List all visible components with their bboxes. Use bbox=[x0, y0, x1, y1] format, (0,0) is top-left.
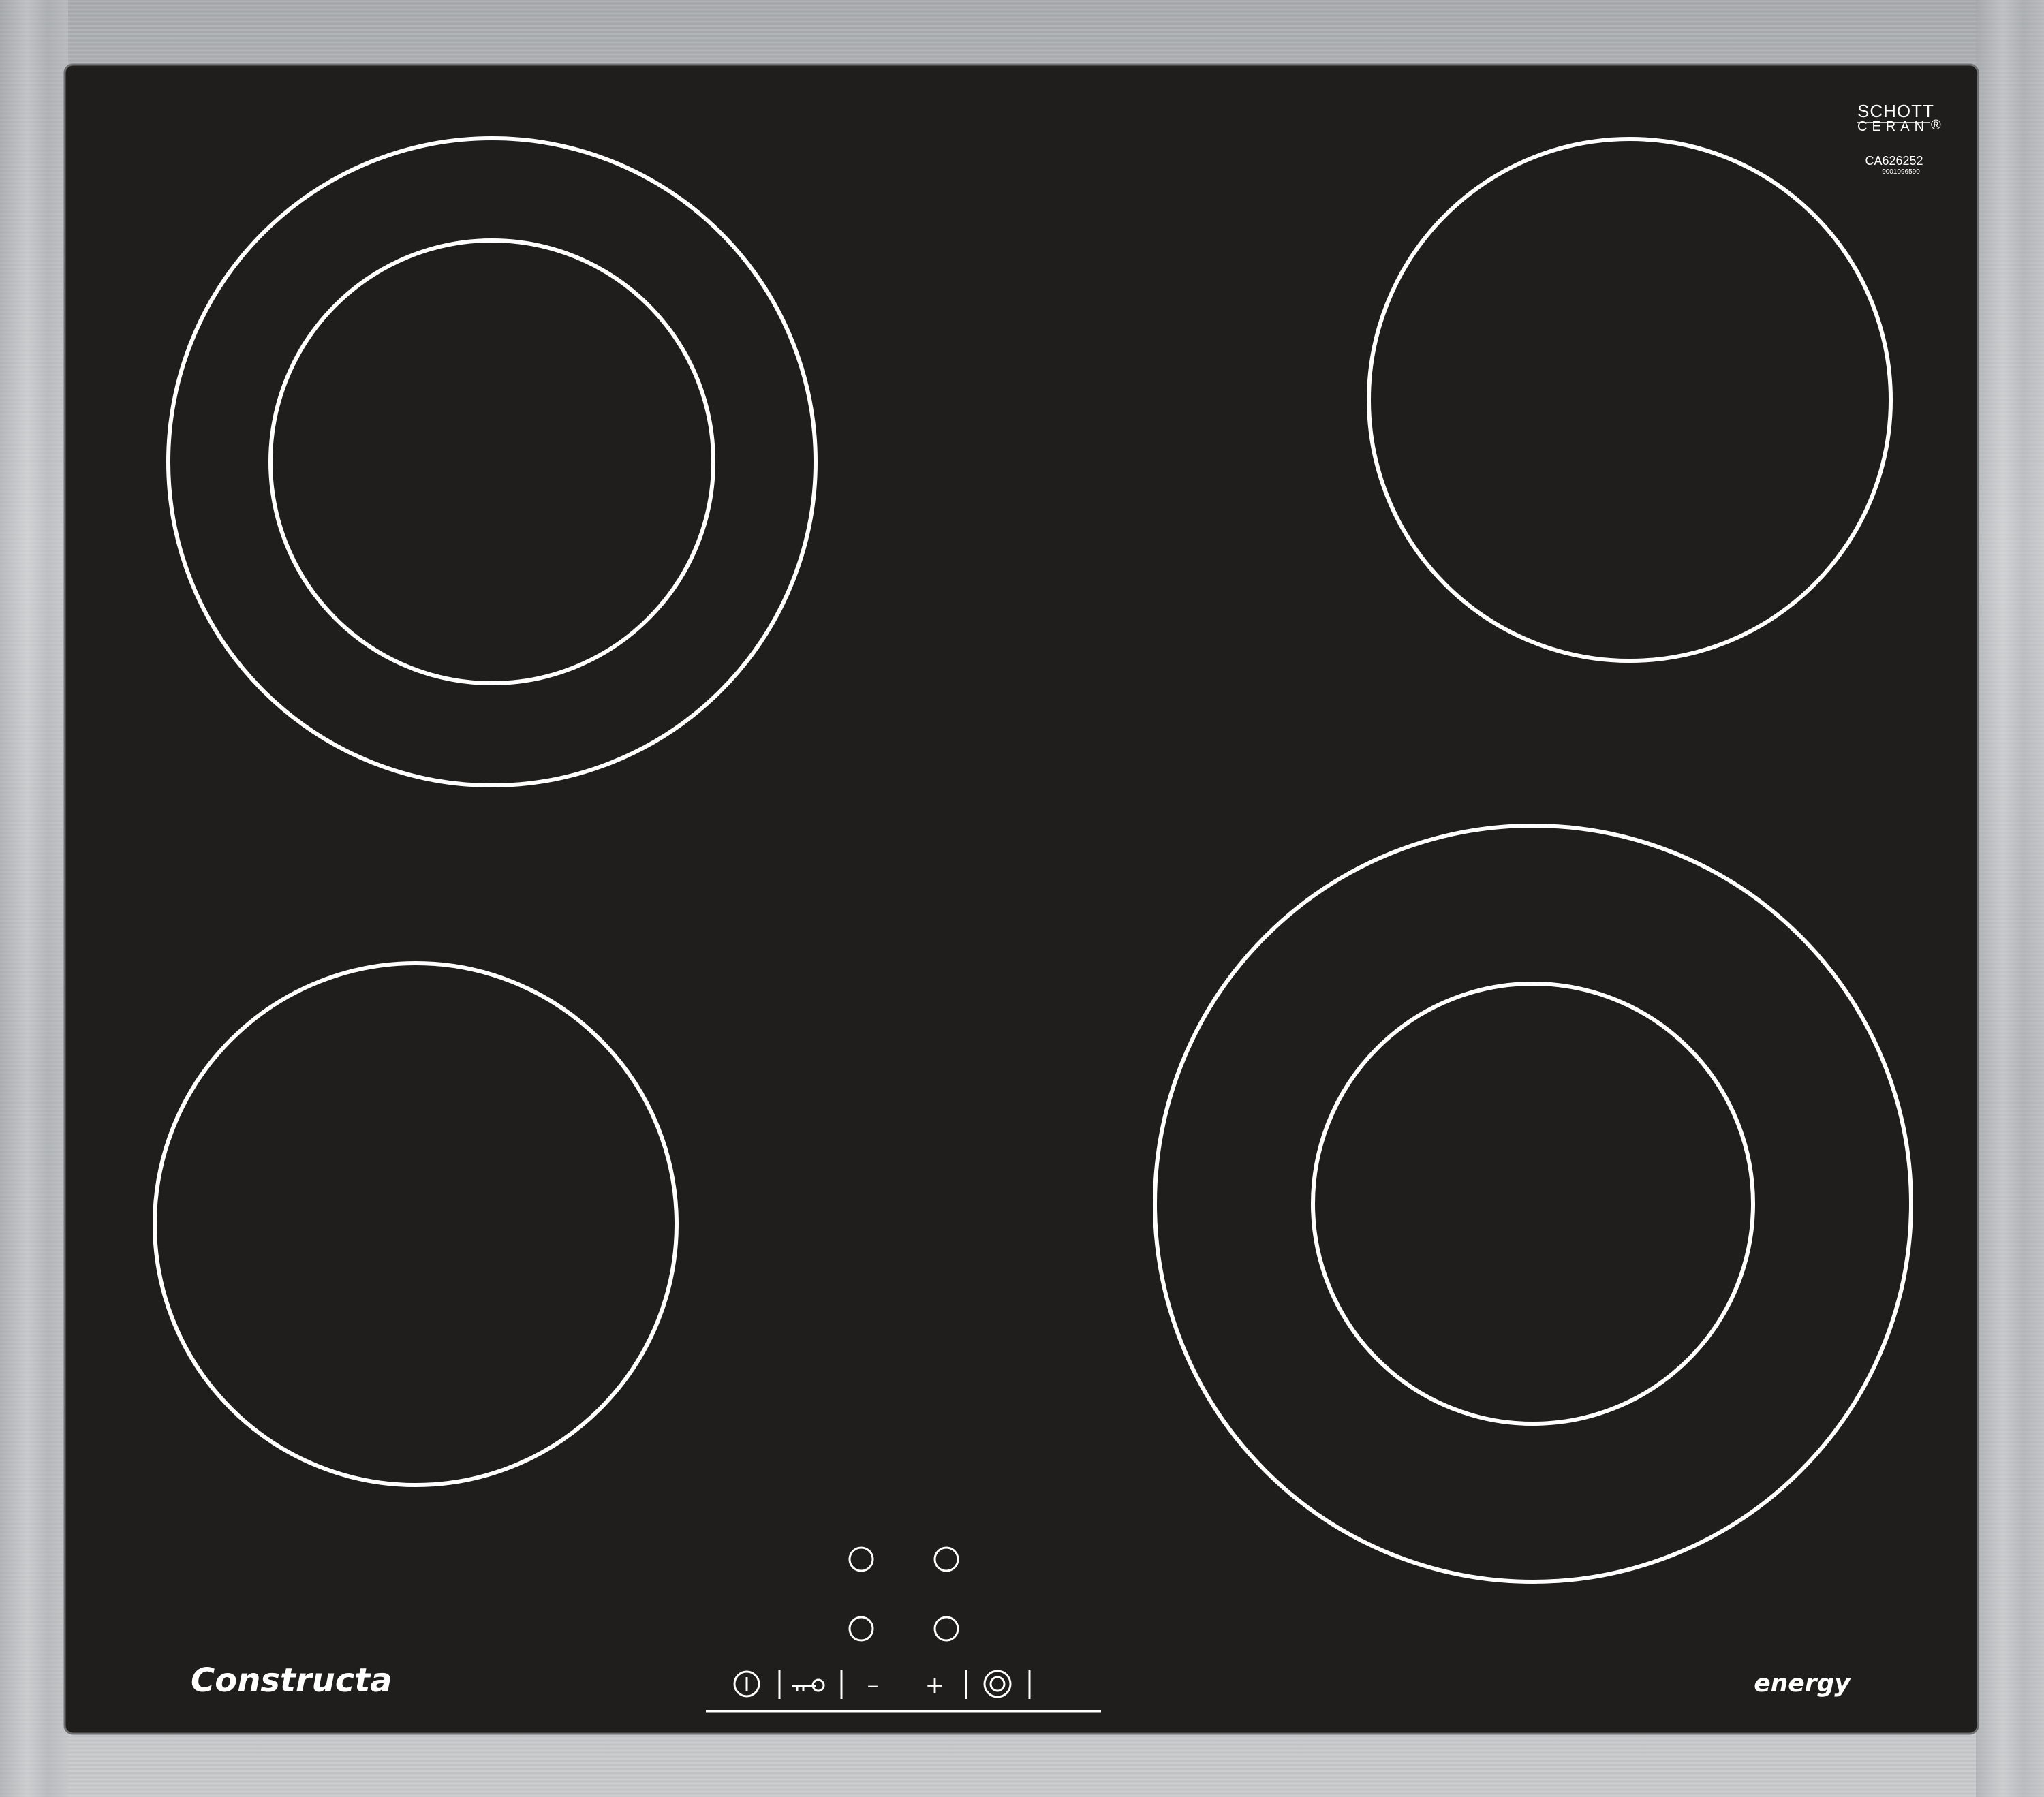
ceran-label: CERAN bbox=[1857, 119, 1929, 134]
serial-number: 9001096590 bbox=[1882, 168, 1920, 176]
energy-label: energy bbox=[1754, 1670, 1851, 1698]
plus-button[interactable]: + bbox=[925, 1672, 945, 1699]
brand-logo: Constructa bbox=[191, 1661, 392, 1700]
ceramic-glass-panel bbox=[63, 63, 1979, 1735]
cooktop: SCHOTT CERAN ® CA626252 9001096590 Const… bbox=[0, 0, 2044, 1797]
schott-ceran-logo: SCHOTT CERAN ® bbox=[1857, 101, 1941, 134]
schott-label: SCHOTT bbox=[1857, 101, 1934, 121]
minus-button[interactable]: – bbox=[867, 1672, 879, 1699]
registered-mark: ® bbox=[1931, 118, 1941, 133]
model-number: CA626252 bbox=[1865, 154, 1923, 168]
